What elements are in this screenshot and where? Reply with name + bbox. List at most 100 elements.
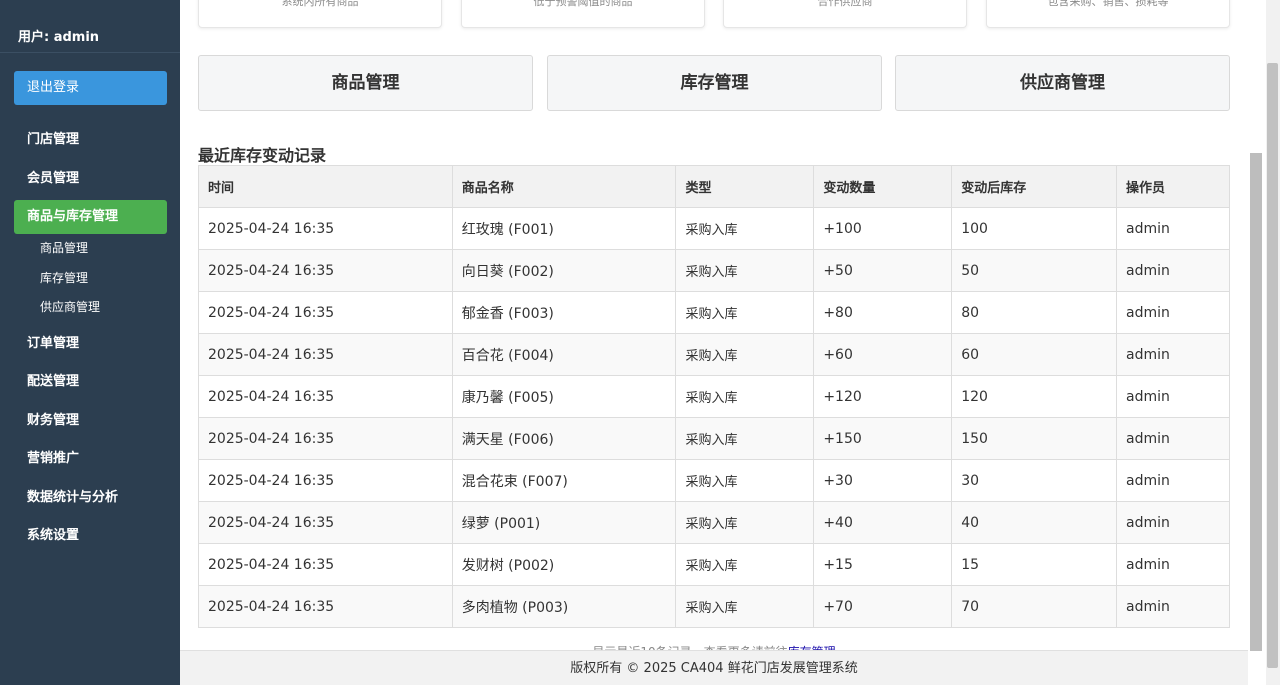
cell-type: 采购入库 <box>675 501 815 544</box>
cell-change: +30 <box>813 459 953 502</box>
table-header-row: 时间 商品名称 类型 变动数量 变动后库存 操作员 <box>198 165 1230 208</box>
stat-card-suppliers: 合作供应商 <box>723 0 967 28</box>
cell-time: 2025-04-24 16:35 <box>198 585 453 628</box>
sidebar-item-statistics[interactable]: 数据统计与分析 <box>14 481 167 515</box>
sidebar-item-store-management[interactable]: 门店管理 <box>14 123 167 157</box>
column-header-operator: 操作员 <box>1116 165 1230 208</box>
cell-stock-after: 120 <box>951 375 1118 418</box>
stat-card-changes: 包含采购、销售、损耗等 <box>986 0 1230 28</box>
cell-product: 绿萝 (P001) <box>451 501 677 544</box>
cell-stock-after: 70 <box>951 585 1118 628</box>
cell-type: 采购入库 <box>675 375 815 418</box>
cell-change: +100 <box>813 207 953 250</box>
column-header-time: 时间 <box>198 165 453 208</box>
cell-stock-after: 30 <box>951 459 1118 502</box>
cell-type: 采购入库 <box>675 291 815 334</box>
stat-card-products: 系统内所有商品 <box>198 0 442 28</box>
cell-time: 2025-04-24 16:35 <box>198 291 453 334</box>
cell-operator: admin <box>1116 333 1230 376</box>
cell-stock-after: 150 <box>951 417 1118 460</box>
cell-stock-after: 80 <box>951 291 1118 334</box>
cell-stock-after: 50 <box>951 249 1118 292</box>
sidebar-item-finance-management[interactable]: 财务管理 <box>14 404 167 438</box>
cell-operator: admin <box>1116 375 1230 418</box>
cell-product: 郁金香 (F003) <box>451 291 677 334</box>
cell-time: 2025-04-24 16:35 <box>198 207 453 250</box>
sidebar-item-system-settings[interactable]: 系统设置 <box>14 519 167 553</box>
table-row: 2025-04-24 16:35 康乃馨 (F005) 采购入库 +120 120 adm… <box>198 375 1230 418</box>
cell-time: 2025-04-24 16:35 <box>198 417 453 460</box>
user-label: 用户: admin <box>18 30 100 45</box>
inventory-log-table: 时间 商品名称 类型 变动数量 变动后库存 操作员 2025-04-24 16:… <box>198 165 1230 628</box>
stat-card-low-stock: 低于预警阈值的商品 <box>461 0 705 28</box>
footer: 版权所有 © 2025 CA404 鲜花门店发展管理系统 <box>180 650 1248 685</box>
stat-card-caption: 合作供应商 <box>817 0 873 8</box>
cell-change: +50 <box>813 249 953 292</box>
table-row: 2025-04-24 16:35 发财树 (P002) 采购入库 +15 15 admin <box>198 543 1230 586</box>
cell-operator: admin <box>1116 207 1230 250</box>
cell-type: 采购入库 <box>675 207 815 250</box>
cell-stock-after: 100 <box>951 207 1118 250</box>
cell-type: 采购入库 <box>675 417 815 460</box>
sidebar-subitem-inventory[interactable]: 库存管理 <box>40 270 88 286</box>
cell-product: 满天星 (F006) <box>451 417 677 460</box>
column-header-type: 类型 <box>675 165 815 208</box>
stat-card-caption: 系统内所有商品 <box>281 0 359 8</box>
section-title: 最近库存变动记录 <box>198 146 327 165</box>
column-header-product: 商品名称 <box>451 165 677 208</box>
table-row: 2025-04-24 16:35 混合花束 (F007) 采购入库 +30 30 admi… <box>198 459 1230 502</box>
column-header-change: 变动数量 <box>813 165 953 208</box>
cell-time: 2025-04-24 16:35 <box>198 459 453 502</box>
inventory-management-button[interactable]: 库存管理 <box>547 55 882 111</box>
cell-time: 2025-04-24 16:35 <box>198 333 453 376</box>
cell-product: 红玫瑰 (F001) <box>451 207 677 250</box>
sidebar-item-delivery-management[interactable]: 配送管理 <box>14 365 167 399</box>
supplier-management-button[interactable]: 供应商管理 <box>895 55 1230 111</box>
cell-type: 采购入库 <box>675 543 815 586</box>
cell-product: 发财树 (P002) <box>451 543 677 586</box>
cell-change: +70 <box>813 585 953 628</box>
stat-card-caption: 低于预警阈值的商品 <box>533 0 633 8</box>
cell-time: 2025-04-24 16:35 <box>198 543 453 586</box>
cell-change: +150 <box>813 417 953 460</box>
cell-product: 百合花 (F004) <box>451 333 677 376</box>
cell-operator: admin <box>1116 501 1230 544</box>
user-divider <box>0 52 180 53</box>
sidebar: 用户: admin 退出登录 门店管理 会员管理 商品与库存管理 商品管理 库存… <box>0 0 180 685</box>
column-header-stock-after: 变动后库存 <box>951 165 1118 208</box>
cell-change: +80 <box>813 291 953 334</box>
cell-operator: admin <box>1116 291 1230 334</box>
cell-type: 采购入库 <box>675 333 815 376</box>
cell-type: 采购入库 <box>675 459 815 502</box>
sidebar-subitem-products[interactable]: 商品管理 <box>40 240 88 256</box>
table-row: 2025-04-24 16:35 郁金香 (F003) 采购入库 +80 80 admin <box>198 291 1230 334</box>
table-row: 2025-04-24 16:35 绿萝 (P001) 采购入库 +40 40 admin <box>198 501 1230 544</box>
cell-stock-after: 40 <box>951 501 1118 544</box>
table-row: 2025-04-24 16:35 红玫瑰 (F001) 采购入库 +100 100 adm… <box>198 207 1230 250</box>
cell-product: 向日葵 (F002) <box>451 249 677 292</box>
logout-button[interactable]: 退出登录 <box>14 71 167 105</box>
product-management-button[interactable]: 商品管理 <box>198 55 533 111</box>
cell-type: 采购入库 <box>675 249 815 292</box>
cell-change: +40 <box>813 501 953 544</box>
sidebar-item-member-management[interactable]: 会员管理 <box>14 162 167 196</box>
cell-change: +60 <box>813 333 953 376</box>
table-row: 2025-04-24 16:35 多肉植物 (P003) 采购入库 +70 70 admi… <box>198 585 1230 628</box>
sidebar-item-product-inventory[interactable]: 商品与库存管理 <box>14 200 167 234</box>
sidebar-subitem-suppliers[interactable]: 供应商管理 <box>40 299 100 315</box>
cell-operator: admin <box>1116 249 1230 292</box>
cell-product: 多肉植物 (P003) <box>451 585 677 628</box>
cell-stock-after: 60 <box>951 333 1118 376</box>
scrollbar-thumb[interactable] <box>1267 63 1278 668</box>
table-row: 2025-04-24 16:35 向日葵 (F002) 采购入库 +50 50 admin <box>198 249 1230 292</box>
cell-operator: admin <box>1116 417 1230 460</box>
inner-scrollbar-thumb[interactable] <box>1250 153 1262 651</box>
cell-change: +15 <box>813 543 953 586</box>
sidebar-item-marketing[interactable]: 营销推广 <box>14 442 167 476</box>
cell-type: 采购入库 <box>675 585 815 628</box>
cell-time: 2025-04-24 16:35 <box>198 501 453 544</box>
main-content: 系统内所有商品 低于预警阈值的商品 合作供应商 包含采购、销售、损耗等 商品管理… <box>180 0 1248 685</box>
sidebar-item-order-management[interactable]: 订单管理 <box>14 327 167 361</box>
cell-change: +120 <box>813 375 953 418</box>
cell-product: 康乃馨 (F005) <box>451 375 677 418</box>
